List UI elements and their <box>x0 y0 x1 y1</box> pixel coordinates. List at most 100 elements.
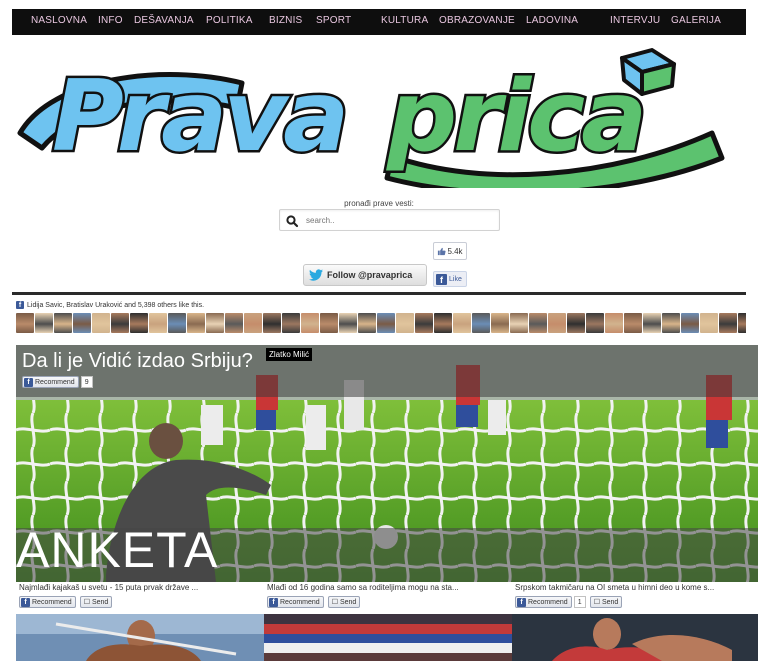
card-image[interactable] <box>264 614 512 661</box>
avatar[interactable] <box>529 313 547 333</box>
like-count-badge: 5.4k <box>433 242 467 260</box>
card-image[interactable] <box>16 614 264 661</box>
avatar[interactable] <box>282 313 300 333</box>
avatar[interactable] <box>586 313 604 333</box>
avatar[interactable] <box>415 313 433 333</box>
search-box[interactable] <box>279 209 500 231</box>
avatar[interactable] <box>548 313 566 333</box>
avatar[interactable] <box>738 313 746 333</box>
card-caption[interactable]: Mlađi od 16 godina samo sa roditeljima m… <box>267 583 509 592</box>
card-caption[interactable]: Srpskom takmičaru na OI smeta u himni de… <box>515 583 757 592</box>
recommend-button[interactable]: f Recommend <box>267 596 324 608</box>
send-icon: ☐ <box>331 599 338 606</box>
send-button[interactable]: ☐ Send <box>327 596 361 608</box>
send-icon: ☐ <box>593 599 600 606</box>
avatar[interactable] <box>567 313 585 333</box>
avatar[interactable] <box>16 313 34 333</box>
top-navigation: NASLOVNA INFO DEŠAVANJA POLITIKA BIZNIS … <box>12 9 746 35</box>
site-logo[interactable]: Prava prica <box>12 38 746 188</box>
send-button[interactable]: ☐ Send <box>79 596 113 608</box>
avatar[interactable] <box>111 313 129 333</box>
avatar[interactable] <box>301 313 319 333</box>
facebook-icon: f <box>16 301 24 309</box>
avatar[interactable] <box>263 313 281 333</box>
facepile-caption: Lidija Savic, Bratislav Uraković and 5,3… <box>27 301 205 309</box>
avatar[interactable] <box>377 313 395 333</box>
search-input[interactable] <box>306 214 491 227</box>
like-label: Like <box>449 275 462 283</box>
facebook-icon: f <box>21 597 30 607</box>
recommend-button[interactable]: f Recommend <box>19 596 76 608</box>
nav-item-sport[interactable]: SPORT <box>316 15 351 26</box>
recommend-button[interactable]: f Recommend <box>22 376 79 388</box>
avatar[interactable] <box>225 313 243 333</box>
send-label: Send <box>339 598 357 606</box>
recommend-count: 1 <box>573 596 586 608</box>
avatar[interactable] <box>92 313 110 333</box>
nav-item-desavanja[interactable]: DEŠAVANJA <box>134 15 194 26</box>
avatar[interactable] <box>358 313 376 333</box>
avatar[interactable] <box>510 313 528 333</box>
nav-item-galerija[interactable]: GALERIJA <box>671 15 721 26</box>
avatar[interactable] <box>149 313 167 333</box>
avatar[interactable] <box>73 313 91 333</box>
avatar[interactable] <box>624 313 642 333</box>
send-icon: ☐ <box>83 599 90 606</box>
twitter-bird-icon <box>309 269 323 281</box>
facepile-avatars <box>16 313 746 335</box>
avatar[interactable] <box>396 313 414 333</box>
article-card[interactable]: Najmlađi kajakaš u svetu - 15 puta prvak… <box>16 582 264 661</box>
send-button[interactable]: ☐ Send <box>589 596 623 608</box>
recommend-label: Recommend <box>35 378 75 386</box>
hero-title[interactable]: Da li je Vidić izdao Srbiju? <box>22 350 253 373</box>
anketa-banner[interactable]: ANKETA <box>16 525 218 575</box>
nav-item-intervju[interactable]: INTERVJU <box>610 15 660 26</box>
avatar[interactable] <box>453 313 471 333</box>
card-social: f Recommend ☐ Send <box>267 596 361 608</box>
facebook-icon: f <box>24 377 33 387</box>
avatar[interactable] <box>206 313 224 333</box>
avatar[interactable] <box>187 313 205 333</box>
author-tag[interactable]: Zlatko Milić <box>266 348 313 361</box>
recommend-button[interactable]: f Recommend <box>515 596 572 608</box>
avatar[interactable] <box>339 313 357 333</box>
nav-item-politika[interactable]: POLITIKA <box>206 15 253 26</box>
logo-text-prava: Prava <box>52 60 345 174</box>
hero-social: f Recommend 9 <box>22 376 93 388</box>
recommend-label: Recommend <box>280 598 320 606</box>
avatar[interactable] <box>643 313 661 333</box>
avatar[interactable] <box>472 313 490 333</box>
twitter-follow-button[interactable]: Follow @pravaprica <box>303 264 427 286</box>
article-card[interactable]: Mlađi od 16 godina samo sa roditeljima m… <box>264 582 512 661</box>
avatar[interactable] <box>700 313 718 333</box>
card-caption[interactable]: Najmlađi kajakaš u svetu - 15 puta prvak… <box>19 583 261 592</box>
recommend-label: Recommend <box>32 598 72 606</box>
like-count: 5.4k <box>447 246 463 256</box>
nav-item-kultura[interactable]: KULTURA <box>381 15 428 26</box>
nav-item-ladovina[interactable]: LADOVINA <box>526 15 578 26</box>
nav-item-biznis[interactable]: BIZNIS <box>269 15 302 26</box>
nav-item-obrazovanje[interactable]: OBRAZOVANJE <box>439 15 515 26</box>
article-card[interactable]: Srpskom takmičaru na OI smeta u himni de… <box>512 582 758 661</box>
avatar[interactable] <box>681 313 699 333</box>
avatar[interactable] <box>168 313 186 333</box>
facebook-like-button[interactable]: f Like <box>433 271 467 287</box>
avatar[interactable] <box>719 313 737 333</box>
nav-item-naslovna[interactable]: NASLOVNA <box>31 15 87 26</box>
avatar[interactable] <box>605 313 623 333</box>
avatar[interactable] <box>244 313 262 333</box>
search-caption: pronađi prave vesti: <box>344 199 414 208</box>
avatar[interactable] <box>662 313 680 333</box>
hero-article[interactable]: Da li je Vidić izdao Srbiju? Zlatko Mili… <box>16 345 758 582</box>
card-social: f Recommend 1 ☐ Send <box>515 596 623 608</box>
avatar[interactable] <box>434 313 452 333</box>
search-icon[interactable] <box>285 214 299 228</box>
avatar[interactable] <box>491 313 509 333</box>
card-image[interactable] <box>512 614 758 661</box>
send-label: Send <box>91 598 109 606</box>
nav-item-info[interactable]: INFO <box>98 15 123 26</box>
avatar[interactable] <box>35 313 53 333</box>
avatar[interactable] <box>130 313 148 333</box>
avatar[interactable] <box>54 313 72 333</box>
avatar[interactable] <box>320 313 338 333</box>
